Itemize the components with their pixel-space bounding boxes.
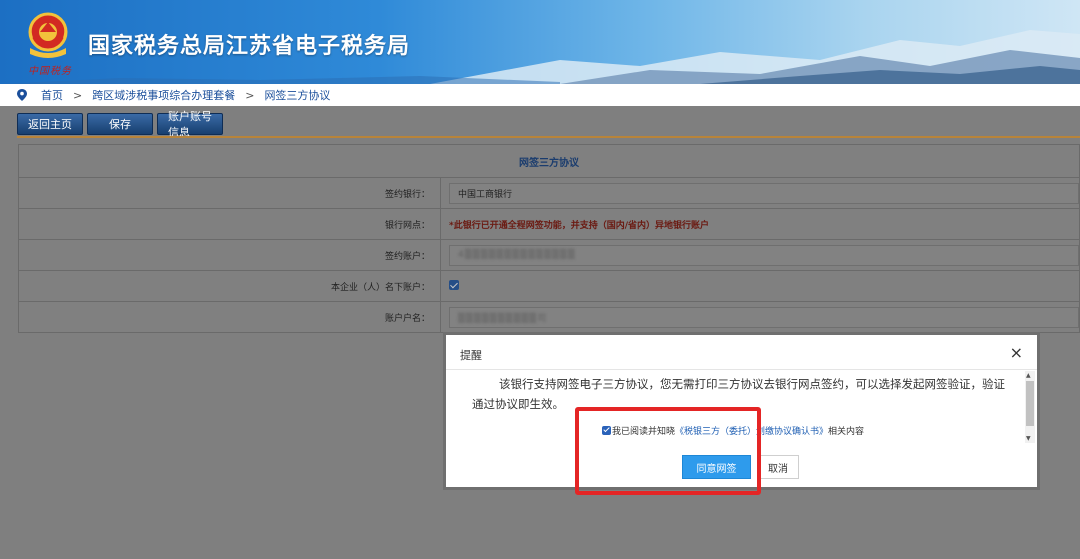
- form-row-account: 签约账户： 4▒▒▒▒▒▒▒▒▒▒▒▒▒▒: [18, 239, 1080, 271]
- breadcrumb-package[interactable]: 跨区域涉税事项综合办理套餐: [92, 87, 235, 103]
- breadcrumb-current: 网签三方协议: [264, 89, 331, 102]
- close-icon[interactable]: ×: [1010, 343, 1023, 362]
- breadcrumb-home[interactable]: 首页: [41, 87, 63, 103]
- agree-esign-button[interactable]: 同意网签: [682, 455, 751, 479]
- site-title: 国家税务总局江苏省电子税务局: [88, 34, 411, 59]
- toolbar: 返回主页 保存 账户账号信息: [17, 110, 223, 139]
- account-name-value: ▒▒▒▒▒▒▒▒▒▒司: [458, 313, 548, 324]
- account-name-field[interactable]: ▒▒▒▒▒▒▒▒▒▒司: [449, 306, 1079, 328]
- breadcrumb-separator: >: [73, 88, 83, 102]
- dialog-scrollbar[interactable]: ▲ ▼: [1025, 371, 1035, 443]
- own-account-checkbox[interactable]: [449, 279, 459, 290]
- save-button[interactable]: 保存: [87, 113, 153, 135]
- emblem-caption: 中国税务: [28, 66, 72, 77]
- breadcrumb: 首页 > 跨区域涉税事项综合办理套餐 > 网签三方协议: [0, 84, 1080, 107]
- agree-row: 我已阅读并知晓 《税银三方（委托）划缴协议确认书》 相关内容: [602, 424, 864, 437]
- form-row-bank: 签约银行： 中国工商银行: [18, 177, 1080, 209]
- agree-checkbox[interactable]: [602, 426, 611, 435]
- field-label: 账户户名：: [18, 301, 441, 333]
- site-header: 中国税务 国家税务总局江苏省电子税务局: [0, 0, 1080, 84]
- reminder-dialog: 提醒 × 该银行支持网签电子三方协议，您无需打印三方协议去银行网点签约，可以选择…: [443, 332, 1040, 490]
- form-section-title: 网签三方协议: [18, 144, 1080, 178]
- scroll-down-icon[interactable]: ▼: [1026, 435, 1031, 442]
- dialog-title: 提醒: [460, 349, 482, 362]
- scroll-up-icon[interactable]: ▲: [1026, 372, 1031, 379]
- branch-notice: *此银行已开通全程网签功能，并支持（国内/省内）异地银行账户: [449, 220, 709, 231]
- agree-suffix: 相关内容: [828, 427, 865, 437]
- field-label: 本企业（人）名下账户：: [18, 270, 441, 302]
- bank-field[interactable]: 中国工商银行: [449, 182, 1079, 204]
- scroll-thumb[interactable]: [1026, 381, 1034, 426]
- agree-prefix: 我已阅读并知晓: [612, 427, 676, 437]
- location-pin-icon: [17, 89, 27, 101]
- form-row-own-account: 本企业（人）名下账户：: [18, 270, 1080, 302]
- toolbar-divider: [17, 136, 1080, 138]
- account-info-button[interactable]: 账户账号信息: [157, 110, 223, 139]
- back-home-button[interactable]: 返回主页: [17, 113, 83, 135]
- account-number-field[interactable]: 4▒▒▒▒▒▒▒▒▒▒▒▒▒▒: [449, 244, 1079, 266]
- agreement-form: 网签三方协议 签约银行： 中国工商银行 银行网点： *此银行已开通全程网签功能，…: [18, 144, 1080, 333]
- agreement-link[interactable]: 《税银三方（委托）划缴协议确认书》: [675, 424, 828, 437]
- dialog-divider: [446, 369, 1037, 370]
- field-label: 签约账户：: [18, 239, 441, 271]
- cancel-button[interactable]: 取消: [757, 455, 799, 479]
- breadcrumb-separator: >: [245, 88, 255, 102]
- form-row-account-name: 账户户名： ▒▒▒▒▒▒▒▒▒▒司: [18, 301, 1080, 333]
- field-label: 签约银行：: [18, 177, 441, 209]
- dialog-buttons: 同意网签 取消: [682, 455, 799, 479]
- field-label: 银行网点：: [18, 208, 441, 240]
- account-number-value: 4▒▒▒▒▒▒▒▒▒▒▒▒▒▒: [458, 250, 576, 260]
- form-row-branch: 银行网点： *此银行已开通全程网签功能，并支持（国内/省内）异地银行账户: [18, 208, 1080, 240]
- tax-emblem-icon: [28, 12, 68, 58]
- dialog-message: 该银行支持网签电子三方协议，您无需打印三方协议去银行网点签约，可以选择发起网签验…: [472, 377, 1005, 411]
